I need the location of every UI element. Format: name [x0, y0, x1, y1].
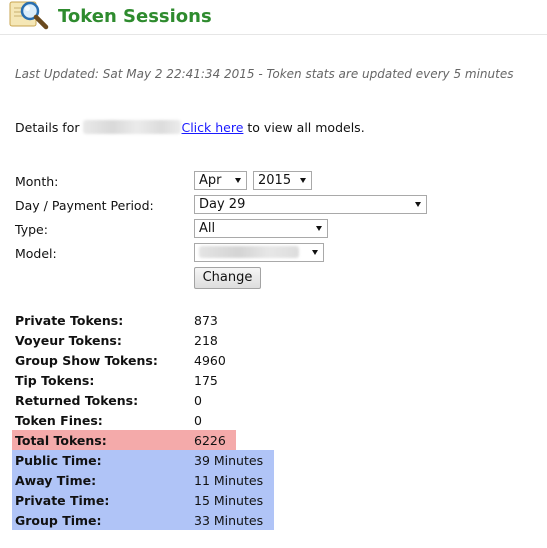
change-button[interactable]: Change — [194, 267, 261, 289]
stat-row: Token Fines: 0 — [12, 410, 274, 430]
view-all-models-link[interactable]: Click here — [181, 120, 243, 135]
page-header: Token Sessions — [0, 0, 547, 35]
details-suffix: to view all models. — [243, 120, 365, 135]
stat-label: Tip Tokens: — [15, 373, 95, 388]
model-select[interactable] — [194, 243, 324, 262]
time-row: Public Time: 39 Minutes — [12, 450, 274, 470]
stat-label: Token Fines: — [15, 413, 103, 428]
day-period-select-value: Day 29 — [199, 197, 246, 212]
stat-row: Tip Tokens: 175 — [12, 370, 274, 390]
time-row: Private Time: 15 Minutes — [12, 490, 274, 510]
stat-value: 0 — [194, 413, 202, 428]
stat-label: Group Show Tokens: — [15, 353, 158, 368]
month-label: Month: — [15, 174, 59, 189]
stat-value: 4960 — [194, 353, 226, 368]
page-title: Token Sessions — [58, 6, 212, 27]
last-updated-text: Last Updated: Sat May 2 22:41:34 2015 - … — [15, 67, 514, 81]
stat-row: Private Tokens: 873 — [12, 310, 274, 330]
time-label: Away Time: — [15, 473, 97, 488]
details-line: Details for Click here to view all model… — [15, 120, 365, 135]
total-tokens-value: 6226 — [194, 433, 226, 448]
time-value: 11 Minutes — [194, 473, 264, 488]
stat-value: 175 — [194, 373, 218, 388]
chevron-down-icon — [235, 178, 241, 183]
month-select[interactable]: Apr — [194, 171, 247, 190]
chevron-down-icon — [300, 178, 306, 183]
year-select[interactable]: 2015 — [253, 171, 312, 190]
model-label: Model: — [15, 246, 57, 261]
stat-value: 873 — [194, 313, 218, 328]
time-value: 33 Minutes — [194, 513, 264, 528]
stat-label: Returned Tokens: — [15, 393, 139, 408]
day-period-select[interactable]: Day 29 — [194, 195, 427, 214]
time-label: Group Time: — [15, 513, 102, 528]
stat-value: 0 — [194, 393, 202, 408]
stat-label: Private Tokens: — [15, 313, 124, 328]
day-period-label: Day / Payment Period: — [15, 198, 154, 213]
details-prefix: Details for — [15, 120, 80, 135]
stat-row: Returned Tokens: 0 — [12, 390, 274, 410]
stat-value: 218 — [194, 333, 218, 348]
type-select[interactable]: All — [194, 219, 328, 238]
type-label: Type: — [15, 222, 48, 237]
token-stats: Private Tokens: 873 Voyeur Tokens: 218 G… — [12, 310, 274, 530]
chevron-down-icon — [415, 202, 421, 207]
stat-label: Voyeur Tokens: — [15, 333, 122, 348]
magnifier-on-note-icon — [9, 1, 49, 30]
redacted-model-name — [199, 246, 299, 258]
total-tokens-row: Total Tokens: 6226 — [12, 430, 236, 450]
time-label: Private Time: — [15, 493, 110, 508]
chevron-down-icon — [316, 226, 322, 231]
time-label: Public Time: — [15, 453, 102, 468]
time-value: 39 Minutes — [194, 453, 264, 468]
time-value: 15 Minutes — [194, 493, 264, 508]
time-row: Group Time: 33 Minutes — [12, 510, 274, 530]
stat-row: Group Show Tokens: 4960 — [12, 350, 274, 370]
total-tokens-label: Total Tokens: — [15, 433, 107, 448]
year-select-value: 2015 — [258, 173, 292, 188]
redacted-username — [83, 120, 182, 134]
type-select-value: All — [199, 221, 216, 236]
time-row: Away Time: 11 Minutes — [12, 470, 274, 490]
stat-row: Voyeur Tokens: 218 — [12, 330, 274, 350]
month-select-value: Apr — [199, 173, 222, 188]
chevron-down-icon — [312, 250, 318, 255]
